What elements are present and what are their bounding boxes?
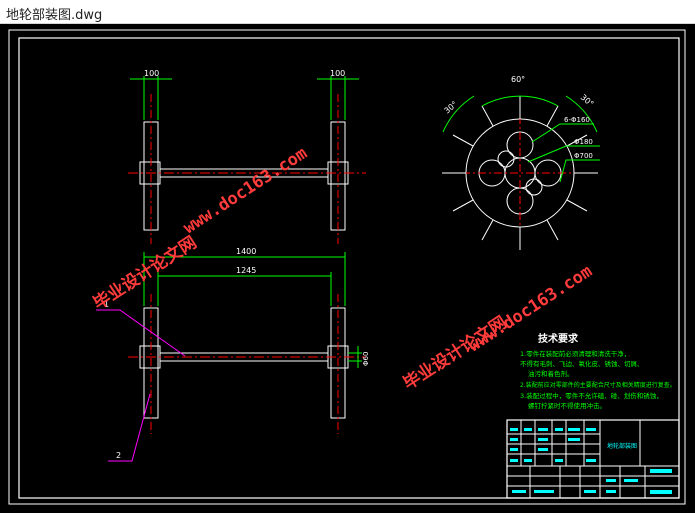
dim-left-top-width: 100 xyxy=(144,69,159,78)
angle-right-label: 30° xyxy=(579,93,596,109)
cad-drawing[interactable]: 100 100 1400 1245 Φ60 1 2 60° 30° 30° 6-… xyxy=(0,24,695,513)
bolt-hole xyxy=(525,178,543,196)
callout-700 xyxy=(559,159,600,183)
top-view: 100 100 xyxy=(128,69,366,244)
tech-line: 不得有毛刺、飞边、氧化皮、锈蚀、切屑、 xyxy=(520,359,644,368)
window-titlebar: 地轮部装图.dwg xyxy=(0,0,695,24)
dim-inner-length: 1245 xyxy=(236,266,256,275)
watermark-cn: 毕业设计论文网 xyxy=(399,312,510,394)
dim-right-top-width: 100 xyxy=(330,69,345,78)
angle-left-label: 30° xyxy=(443,100,460,116)
dia-180-text: Φ180 xyxy=(574,138,593,146)
dia-700-text: Φ700 xyxy=(574,152,593,160)
watermark-cn: 毕业设计论文网 xyxy=(89,232,200,314)
tech-line: 螺钉拧紧时不得使用冲击。 xyxy=(528,401,606,410)
dim-overall-length: 1400 xyxy=(236,247,256,256)
wheel-side-view: 60° 30° 30° 6-Φ160 Φ180 Φ700 xyxy=(442,75,600,250)
tech-requirements: 技术要求 1.零件在装配前必须清理和清洗干净， 不得有毛刺、飞边、氧化皮、锈蚀、… xyxy=(520,332,676,410)
hole-callout-text: 6-Φ160 xyxy=(564,116,590,124)
tech-title: 技术要求 xyxy=(538,332,579,345)
angle-top-label: 60° xyxy=(511,75,525,84)
tech-line: 油污和着色剂。 xyxy=(528,369,574,378)
balloon-2: 2 xyxy=(116,451,121,460)
title-block-name: 地轮部装图 xyxy=(607,442,637,450)
bolt-hole xyxy=(497,150,515,168)
dim-axle-dia: Φ60 xyxy=(362,352,370,366)
tech-line: 2.装配前应对零部件的主要配合尺寸及相关精度进行复查。 xyxy=(520,381,676,389)
drawing-canvas[interactable]: 100 100 1400 1245 Φ60 1 2 60° 30° 30° 6-… xyxy=(0,24,695,513)
window-title: 地轮部装图.dwg xyxy=(6,8,103,23)
tech-line: 1.零件在装配前必须清理和清洗干净， xyxy=(520,349,630,358)
tech-line: 3.装配过程中，零件不允许磕、碰、划伤和锈蚀， xyxy=(520,391,663,400)
watermark-url: www.doc163.com xyxy=(180,143,311,238)
title-block-cells xyxy=(510,428,672,494)
